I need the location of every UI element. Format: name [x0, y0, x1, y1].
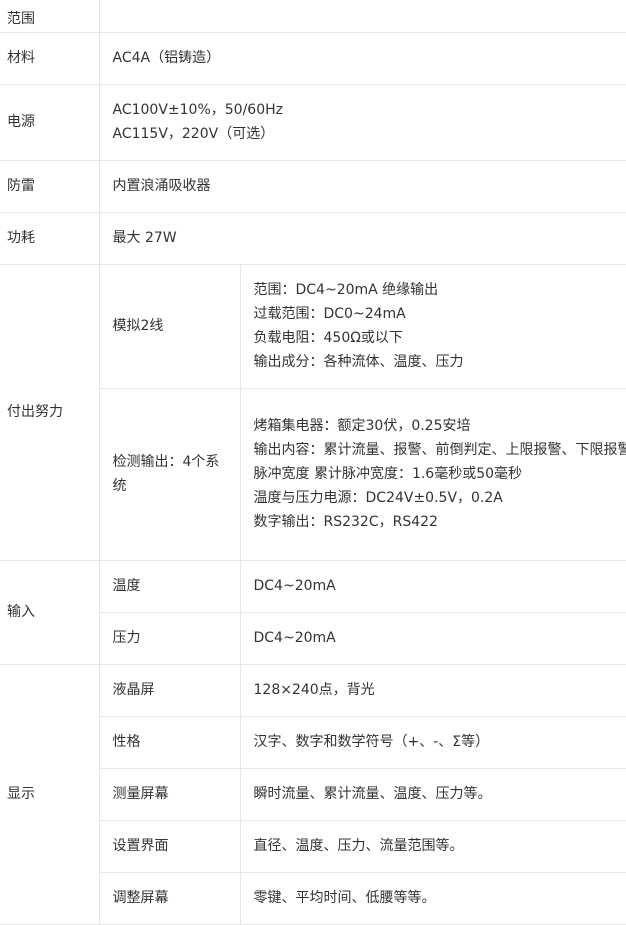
- sub-label: 设置界面: [98, 820, 240, 873]
- spec-table: 范围 材料 AC4A（铝铸造） 电源 AC100V±10%，50/60Hz AC…: [0, 0, 626, 925]
- table-row: 付出努力 模拟2线 范围：DC4~20mA 绝缘输出 过载范围：DC0~24mA…: [0, 264, 626, 561]
- table-row: 范围: [0, 0, 626, 33]
- sub-value: 128×240点，背光: [239, 664, 626, 717]
- table-row: 功耗 最大 27W: [0, 212, 626, 265]
- sub-label: 模拟2线: [98, 264, 240, 389]
- table-row: 输入 温度 DC4~20mA: [0, 560, 626, 665]
- sub-value: 直径、温度、压力、流量范围等。: [239, 820, 626, 873]
- value-line: AC100V±10%，50/60Hz: [112, 102, 283, 118]
- value-line: 温度与压力电源：DC24V±0.5V，0.2A: [253, 490, 503, 506]
- table-row: 材料 AC4A（铝铸造）: [0, 32, 626, 85]
- sub-label: 性格: [98, 716, 240, 769]
- value-line: 数字输出：RS232C，RS422: [253, 514, 438, 530]
- table-row: 显示 液晶屏 128×240点，背光: [0, 664, 626, 925]
- sub-value: 烤箱集电器：额定30伏，0.25安培 输出内容：累计流量、报警、前倒判定、上限报…: [239, 388, 626, 561]
- value-line: 烤箱集电器：额定30伏，0.25安培: [253, 418, 471, 434]
- row-value: AC4A（铝铸造）: [98, 32, 626, 85]
- sub-value: DC4~20mA: [239, 612, 626, 665]
- sub-value: 汉字、数字和数学符号（+、-、Σ等）: [239, 716, 626, 769]
- group-label: 显示: [0, 664, 99, 925]
- sub-label: 检测输出：4个系统: [98, 388, 240, 561]
- sub-value: 范围：DC4~20mA 绝缘输出 过载范围：DC0~24mA 负载电阻：450Ω…: [239, 264, 626, 389]
- group-label: 输入: [0, 560, 99, 665]
- row-label: 防雷: [0, 160, 99, 213]
- row-value: 内置浪涌吸收器: [98, 160, 626, 213]
- row-label: 功耗: [0, 212, 99, 265]
- sub-value: 零键、平均时间、低腰等等。: [239, 872, 626, 925]
- row-label: 范围: [0, 0, 99, 33]
- row-label: 材料: [0, 32, 99, 85]
- row-value: AC100V±10%，50/60Hz AC115V，220V（可选）: [98, 84, 626, 161]
- value-line: 范围：DC4~20mA 绝缘输出: [253, 282, 439, 298]
- value-line: 过载范围：DC0~24mA: [253, 306, 406, 322]
- group-label: 付出努力: [0, 264, 99, 561]
- sub-label: 测量屏幕: [98, 768, 240, 821]
- sub-label: 温度: [98, 560, 240, 613]
- row-value: [98, 0, 626, 33]
- sub-label: 压力: [98, 612, 240, 665]
- value-line: 输出内容：累计流量、报警、前倒判定、上限报警、下限报警: [253, 442, 626, 458]
- table-row: 电源 AC100V±10%，50/60Hz AC115V，220V（可选）: [0, 84, 626, 161]
- row-value: 最大 27W: [98, 212, 626, 265]
- value-line: 输出成分：各种流体、温度、压力: [253, 354, 464, 370]
- value-line: 负载电阻：450Ω或以下: [253, 330, 403, 346]
- table-row: 防雷 内置浪涌吸收器: [0, 160, 626, 213]
- sub-label: 液晶屏: [98, 664, 240, 717]
- sub-label: 调整屏幕: [98, 872, 240, 925]
- value-line: 脉冲宽度 累计脉冲宽度：1.6毫秒或50毫秒: [253, 466, 523, 482]
- value-line: AC115V，220V（可选）: [112, 126, 275, 142]
- row-label: 电源: [0, 84, 99, 161]
- sub-value: DC4~20mA: [239, 560, 626, 613]
- sub-value: 瞬时流量、累计流量、温度、压力等。: [239, 768, 626, 821]
